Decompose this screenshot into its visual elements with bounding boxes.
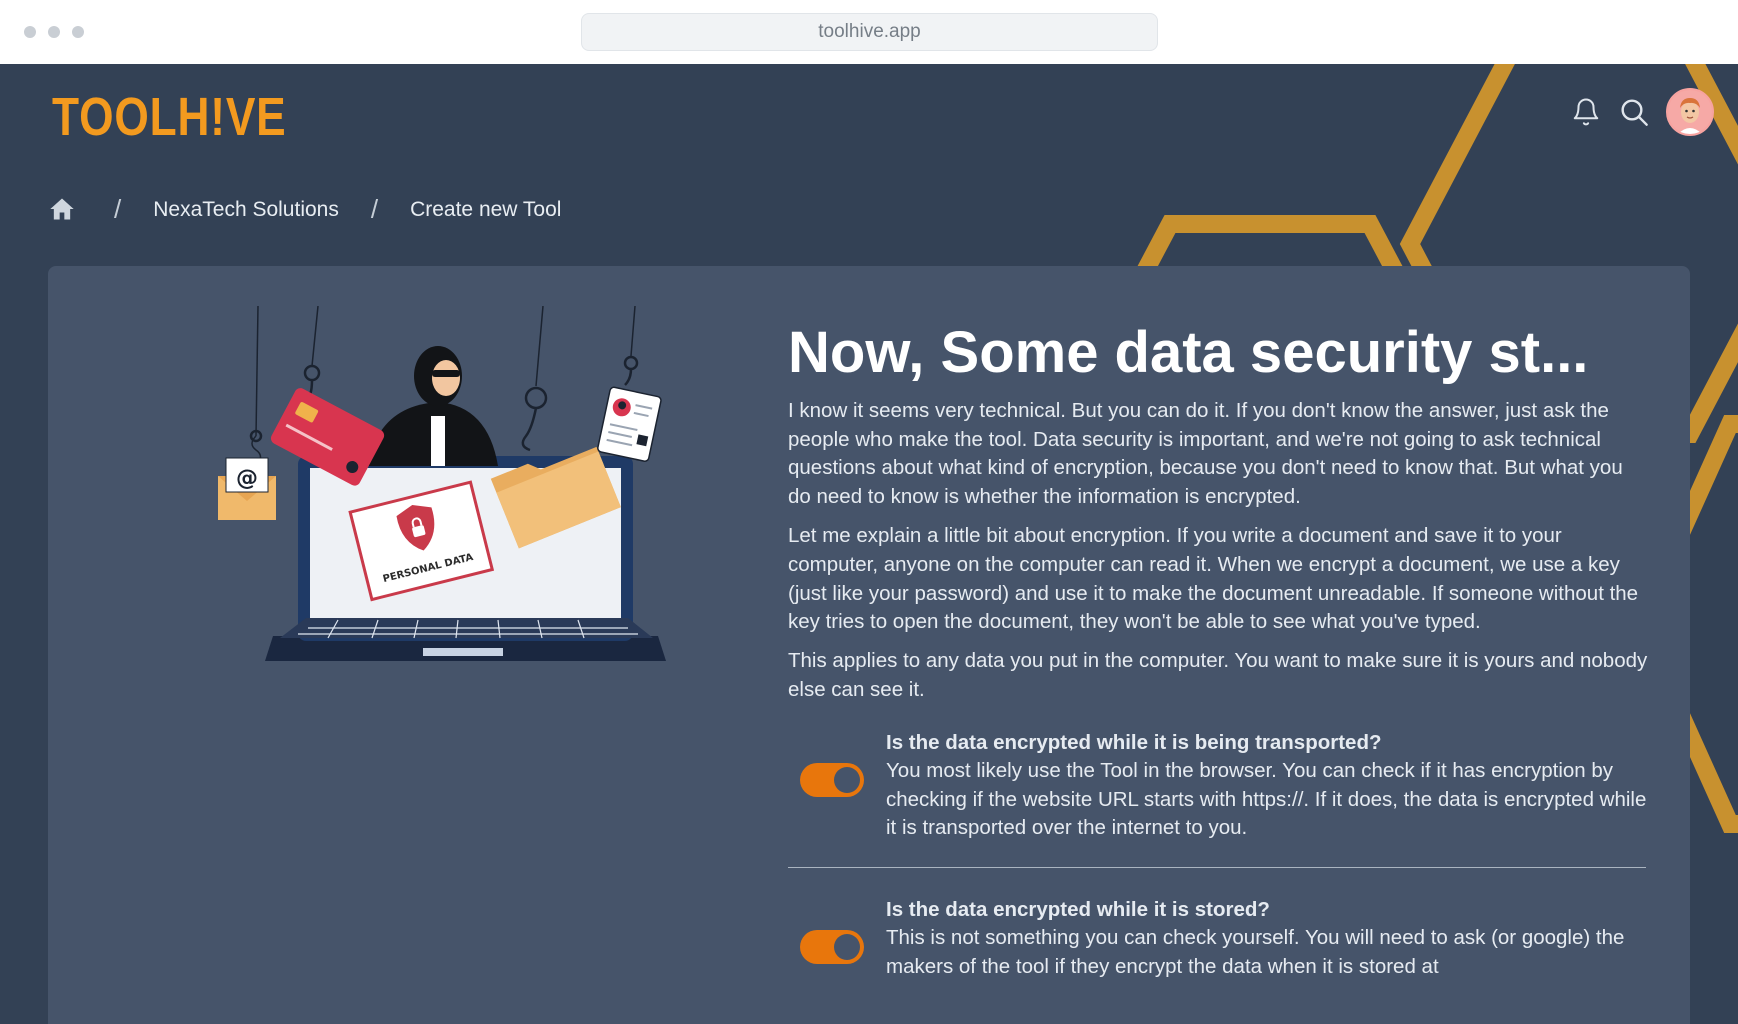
window-dot-minimize[interactable] [48,26,60,38]
avatar[interactable] [1666,88,1714,136]
app-logo[interactable]: TOOLH!VE [52,86,287,148]
window-controls [24,26,84,38]
breadcrumb-separator: / [114,194,122,224]
window-dot-maximize[interactable] [72,26,84,38]
header-actions [1570,88,1714,136]
question-body: This is not something you can check your… [886,926,1625,978]
content-card: PERSONAL DATA @ Now, Some data security … [48,266,1690,1024]
question-body: You most likely use the Tool in the brow… [886,758,1647,840]
breadcrumb-separator: / [370,194,379,224]
address-bar[interactable]: toolhive.app [581,13,1158,51]
email-envelope: @ [218,457,276,520]
home-icon[interactable] [48,195,78,225]
toggle-knob [834,934,860,961]
browser-chrome: toolhive.app [0,0,1738,64]
toggle-knob [834,766,860,793]
transport-encryption-toggle[interactable] [800,762,864,797]
toggle-wrapper [788,729,886,843]
question-title: Is the data encrypted while it is stored… [886,898,1270,922]
applies-paragraph: This applies to any data you put in the … [788,649,1648,701]
question-text: Is the data encrypted while it is stored… [886,896,1648,982]
toggle-wrapper [788,896,886,982]
address-bar-url: toolhive.app [818,21,921,42]
intro-paragraph: I know it seems very technical. But you … [788,398,1623,509]
page-title: Now, Some data security st... [788,321,1589,385]
hacker-figure [368,346,498,466]
question-transport: Is the data encrypted while it is being … [788,729,1648,843]
search-icon[interactable] [1618,96,1650,128]
bell-icon[interactable] [1570,96,1602,128]
email-at-symbol: @ [236,466,258,491]
breadcrumb-item-current: Create new Tool [410,197,562,221]
app-main: TOOLH!VE / NexaTech Solutions / Create n… [0,64,1738,1024]
question-storage: Is the data encrypted while it is stored… [788,896,1648,982]
breadcrumb-item-organization[interactable]: NexaTech Solutions [153,198,339,222]
question-title: Is the data encrypted while it is being … [886,730,1382,754]
id-card [597,386,662,462]
storage-encryption-toggle[interactable] [800,930,864,965]
divider [788,867,1646,869]
encryption-paragraph: Let me explain a little bit about encryp… [788,523,1639,634]
question-text: Is the data encrypted while it is being … [886,729,1648,843]
window-dot-close[interactable] [24,26,36,38]
security-illustration: PERSONAL DATA @ [218,306,666,661]
breadcrumb: / NexaTech Solutions / Create new Tool [48,194,561,225]
security-content: Now, Some data security st... I know it … [788,321,1648,982]
